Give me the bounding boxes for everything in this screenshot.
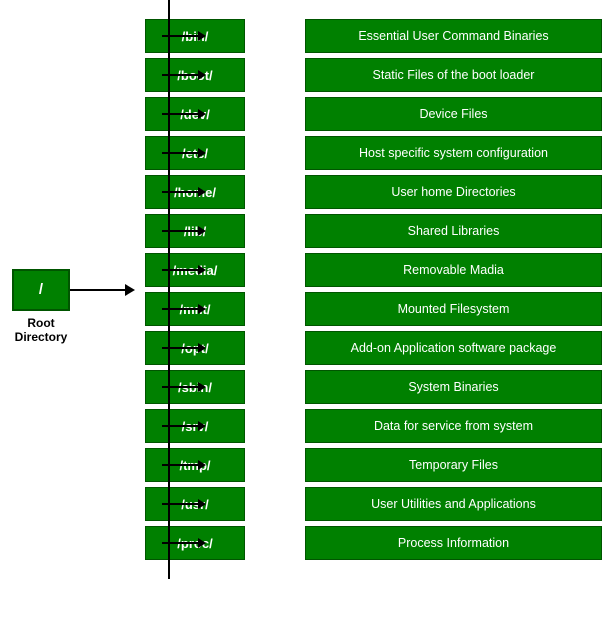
tick-mark xyxy=(162,542,169,544)
tick-mark xyxy=(162,113,169,115)
table-row: /boot/Static Files of the boot loader xyxy=(145,57,602,93)
table-row: /proc/Process Information xyxy=(145,525,602,561)
tick-mark xyxy=(162,35,169,37)
root-arrow-line xyxy=(70,289,125,291)
h-arrow xyxy=(170,109,206,119)
desc-box: Add-on Application software package xyxy=(305,331,602,365)
h-arrow-head xyxy=(198,343,206,353)
h-arrow-line xyxy=(170,152,198,154)
table-row: /srv/Data for service from system xyxy=(145,408,602,444)
tick-mark xyxy=(162,308,169,310)
h-arrow-head xyxy=(198,538,206,548)
tick-mark xyxy=(162,152,169,154)
table-row: /etc/Host specific system configuration xyxy=(145,135,602,171)
h-arrow xyxy=(170,304,206,314)
h-arrow xyxy=(170,421,206,431)
tick-mark xyxy=(162,74,169,76)
h-arrow-head xyxy=(198,109,206,119)
h-arrow-head xyxy=(198,70,206,80)
tick-mark xyxy=(162,347,169,349)
h-arrow-head xyxy=(198,148,206,158)
h-arrow-head xyxy=(198,421,206,431)
h-arrow-head xyxy=(198,265,206,275)
h-arrow xyxy=(170,187,206,197)
table-row: /lib/Shared Libraries xyxy=(145,213,602,249)
h-arrow-line xyxy=(170,308,198,310)
desc-box: Removable Madia xyxy=(305,253,602,287)
root-label: / xyxy=(39,281,43,298)
desc-box: Temporary Files xyxy=(305,448,602,482)
h-arrow-line xyxy=(170,74,198,76)
desc-box: System Binaries xyxy=(305,370,602,404)
vertical-line xyxy=(168,0,170,579)
table-row: /tmp/Temporary Files xyxy=(145,447,602,483)
h-arrow-line xyxy=(170,269,198,271)
h-arrow-line xyxy=(170,347,198,349)
desc-box: User Utilities and Applications xyxy=(305,487,602,521)
h-arrow-head xyxy=(198,499,206,509)
desc-box: Device Files xyxy=(305,97,602,131)
tick-mark xyxy=(162,230,169,232)
table-row: /bin/Essential User Command Binaries xyxy=(145,18,602,54)
h-arrow-head xyxy=(198,226,206,236)
table-row: /home/User home Directories xyxy=(145,174,602,210)
table-row: /sbin/System Binaries xyxy=(145,369,602,405)
h-arrow-line xyxy=(170,464,198,466)
tick-mark xyxy=(162,191,169,193)
h-arrow xyxy=(170,499,206,509)
h-arrow xyxy=(170,70,206,80)
desc-box: Static Files of the boot loader xyxy=(305,58,602,92)
rows-container: /bin/Essential User Command Binaries/boo… xyxy=(145,10,602,569)
root-directory-label: RootDirectory xyxy=(12,316,70,345)
h-arrow xyxy=(170,382,206,392)
tick-mark xyxy=(162,386,169,388)
desc-box: User home Directories xyxy=(305,175,602,209)
h-arrow-head xyxy=(198,31,206,41)
h-arrow xyxy=(170,265,206,275)
tick-mark xyxy=(162,503,169,505)
desc-box: Shared Libraries xyxy=(305,214,602,248)
desc-box: Host specific system configuration xyxy=(305,136,602,170)
table-row: /dev/Device Files xyxy=(145,96,602,132)
table-row: /media/Removable Madia xyxy=(145,252,602,288)
h-arrow-head xyxy=(198,460,206,470)
desc-box: Data for service from system xyxy=(305,409,602,443)
desc-box: Process Information xyxy=(305,526,602,560)
h-arrow-head xyxy=(198,187,206,197)
h-arrow-line xyxy=(170,542,198,544)
h-arrow xyxy=(170,31,206,41)
h-arrow xyxy=(170,460,206,470)
desc-box: Essential User Command Binaries xyxy=(305,19,602,53)
root-box: / xyxy=(12,269,70,311)
tick-mark xyxy=(162,425,169,427)
tick-mark xyxy=(162,269,169,271)
h-arrow-line xyxy=(170,386,198,388)
h-arrow-line xyxy=(170,425,198,427)
table-row: /mnt/Mounted Filesystem xyxy=(145,291,602,327)
h-arrow-line xyxy=(170,230,198,232)
root-arrow-head xyxy=(125,284,135,296)
h-arrow xyxy=(170,538,206,548)
h-arrow xyxy=(170,343,206,353)
h-arrow-line xyxy=(170,191,198,193)
desc-box: Mounted Filesystem xyxy=(305,292,602,326)
h-arrow xyxy=(170,226,206,236)
h-arrow-head xyxy=(198,382,206,392)
h-arrow-line xyxy=(170,113,198,115)
table-row: /opt/Add-on Application software package xyxy=(145,330,602,366)
h-arrow-head xyxy=(198,304,206,314)
h-arrow xyxy=(170,148,206,158)
h-arrow-line xyxy=(170,503,198,505)
table-row: /usr/User Utilities and Applications xyxy=(145,486,602,522)
tick-mark xyxy=(162,464,169,466)
root-arrow xyxy=(70,284,135,296)
h-arrow-line xyxy=(170,35,198,37)
